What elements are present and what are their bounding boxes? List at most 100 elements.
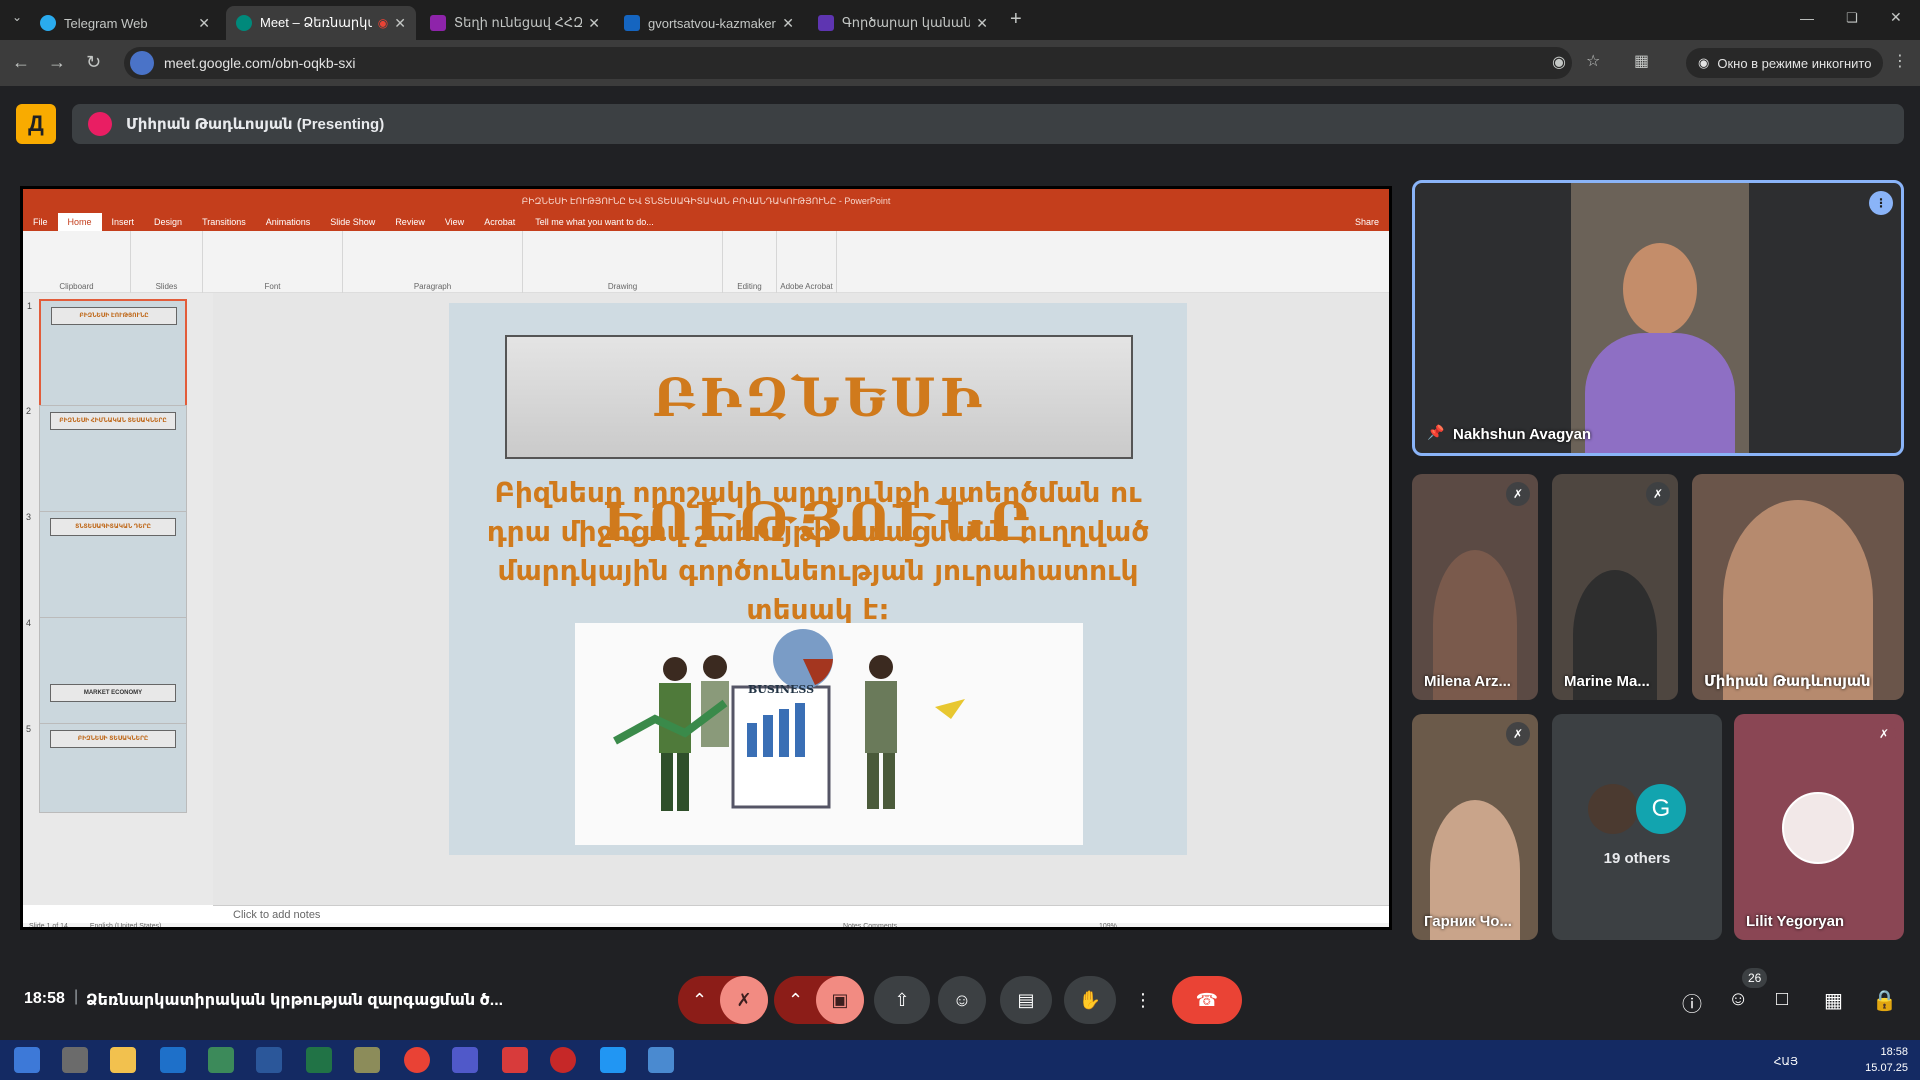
slide-title[interactable]: ԲԻԶՆԵՍԻ ԷՈՒԹՅՈՒՆԸ [505,335,1133,553]
participant-tile[interactable]: ✗ Lilit Yegoryan [1734,714,1904,940]
recorder-icon[interactable] [550,1047,576,1073]
activities-grid-icon[interactable]: ▦ [1824,988,1843,1013]
close-icon[interactable]: ✕ [782,15,794,32]
app-icon[interactable] [62,1047,88,1073]
thumb-title: ԲԻԶՆԵՍԻ ՏԵՍԱԿՆԵՐԸ [50,730,176,748]
current-slide[interactable]: ԲԻԶՆԵՍԻ ԷՈՒԹՅՈՒՆԸ Բիզնեսը որոշակի արդյու… [449,303,1187,855]
outlook-icon[interactable] [160,1047,186,1073]
app-icon[interactable] [600,1047,626,1073]
people-icon[interactable]: ☺ [1728,988,1748,1011]
camera-options-chevron-icon[interactable]: ⌃ [788,976,803,1024]
mic-off-button[interactable]: ✗ [720,976,768,1024]
zoom-level[interactable]: 109% [1099,923,1117,927]
business-caption: BUSINESS [748,683,814,696]
notes-pane[interactable]: Click to add notes [213,905,1389,923]
more-options-button[interactable]: ⋮ [1128,976,1158,1024]
chrome-icon[interactable] [404,1047,430,1073]
incognito-badge[interactable]: ◉ Окно в режиме инкогнито [1686,48,1884,78]
tab-gvortsatvou[interactable]: gvortsatvou-kazmakerpvouthy ✕ [614,6,804,40]
back-arrow-icon[interactable]: ← [12,52,30,73]
forward-arrow-icon[interactable]: → [48,52,66,73]
ribbon-tab-view[interactable]: View [435,217,474,227]
chat-icon[interactable]: □ [1776,988,1788,1011]
eye-off-icon[interactable]: ◉ [1552,52,1566,72]
word-icon[interactable] [256,1047,282,1073]
tab-telegram[interactable]: Telegram Web ✕ [30,6,220,40]
ribbon-tab-transitions[interactable]: Transitions [192,217,256,227]
captions-button[interactable]: ▤ [1000,976,1052,1024]
pinned-participant-tile[interactable]: 📌 Nakhshun Avagyan ⋮ [1412,180,1904,456]
url-field[interactable]: meet.google.com/obn-oqkb-sxi [124,47,1572,79]
host-controls-lock-icon[interactable]: 🔒 [1872,988,1897,1013]
slide-thumbnail[interactable]: 5 ԲԻԶՆԵՍԻ ՏԵՍԱԿՆԵՐԸ [26,723,187,813]
close-icon[interactable]: ✕ [976,15,988,32]
windows-start-icon[interactable] [14,1047,40,1073]
tab-news[interactable]: Տեղի ունեցավ ՀՀԶՍ խորհրդ ✕ [420,6,610,40]
close-icon[interactable]: ✕ [198,15,210,32]
app-icon[interactable] [648,1047,674,1073]
group-label: Slides [155,282,178,291]
meet-logo: Д [16,104,56,144]
extensions-icon[interactable]: ▦ [1634,51,1649,71]
file-explorer-icon[interactable] [110,1047,136,1073]
tell-me-search[interactable]: Tell me what you want to do... [525,217,664,227]
ribbon-tab-file[interactable]: File [23,217,58,227]
restore-icon[interactable]: ❏ [1846,10,1858,26]
emoji-reaction-button[interactable]: ☺ [938,976,986,1024]
ribbon-tab-acrobat[interactable]: Acrobat [474,217,525,227]
tray-date[interactable]: 15.07.25 [1865,1060,1908,1076]
mic-site-icon[interactable] [130,51,154,75]
participant-tile[interactable]: Միհրան Թադևոսյան [1692,474,1904,700]
close-icon[interactable]: ✕ [588,15,600,32]
meet-icon [236,15,252,31]
close-icon[interactable]: ✕ [394,15,406,32]
leave-call-button[interactable]: ☎ [1172,976,1242,1024]
raise-hand-button[interactable]: ✋ [1064,976,1116,1024]
participant-tile[interactable]: ✗ Marine Ma... [1552,474,1678,700]
input-language[interactable]: ՀԱՅ [1774,1054,1798,1070]
present-screen-button[interactable]: ⇧ [874,976,930,1024]
slide-body[interactable]: Բիզնեսը որոշակի արդյունքի ստեղծման ու դր… [469,473,1167,629]
meeting-info-icon[interactable]: ⓘ [1682,988,1702,1017]
tab-search-chevron-icon[interactable]: ⌄ [12,10,22,24]
participant-name: Milena Arz... [1424,673,1511,690]
tab-title: Գործարար կանանց ակումբ [842,15,971,30]
anydesk-icon[interactable] [502,1047,528,1073]
calculator-icon[interactable] [208,1047,234,1073]
minimize-icon[interactable]: — [1800,10,1814,26]
site-icon [818,15,834,31]
participant-tile[interactable]: ✗ Гарник Чо... [1412,714,1538,940]
notes-comments-toggle[interactable]: Notes Comments [843,923,897,927]
share-button[interactable]: Share [1345,217,1389,227]
slide-thumbnail[interactable]: 2 ԲԻԶՆԵՍԻ ՀԻՄՆԱԿԱՆ ՏԵՍԱԿՆԵՐԸ [26,405,187,515]
slide-thumbnail[interactable]: 4 MARKET ECONOMY [26,617,187,727]
meeting-title: Ձեռնարկատիրական կրթության զարգացման ծ... [86,992,504,1009]
tab-club[interactable]: Գործարար կանանց ակումբ ✕ [808,6,998,40]
ribbon-tab-review[interactable]: Review [385,217,435,227]
slide-thumbnail[interactable]: 3 ՏՆՏԵՍԱԳԻՏԱԿԱՆ ԴԵՐԸ [26,511,187,621]
mic-options-chevron-icon[interactable]: ⌃ [692,976,707,1024]
ribbon-tab-design[interactable]: Design [144,217,192,227]
ribbon-tab-animations[interactable]: Animations [256,217,321,227]
ribbon-tab-slideshow[interactable]: Slide Show [320,217,385,227]
ribbon-tab-home[interactable]: Home [57,213,102,231]
ribbon-tab-insert[interactable]: Insert [102,217,145,227]
reload-icon[interactable]: ↻ [86,52,101,73]
app-icon[interactable] [354,1047,380,1073]
mic-off-icon: ✗ [1506,482,1530,506]
new-tab-plus-icon[interactable]: + [1010,8,1022,31]
slide-thumbnail[interactable]: 1 ԲԻԶՆԵՍԻ ԷՈՒԹՅՈՒՆԸ [27,299,187,409]
tab-meet[interactable]: Meet – Ձեռնարկատիրակ ◉ ✕ [226,6,416,40]
participant-tile[interactable]: ✗ Milena Arz... [1412,474,1538,700]
bookmark-star-icon[interactable]: ☆ [1586,51,1600,71]
shared-screen: ԲԻԶՆԵՍԻ ԷՈՒԹՅՈՒՆԸ ԵՎ ՏՆՏԵՍԱԳԻՏԱԿԱՆ ԲՈՎԱՆ… [20,186,1392,930]
pin-icon[interactable]: 📌 [1427,424,1444,441]
window-close-icon[interactable]: ✕ [1890,9,1902,26]
participant-name: Nakhshun Avagyan [1453,426,1592,443]
camera-off-button[interactable]: ▣ [816,976,864,1024]
teams-icon[interactable] [452,1047,478,1073]
others-tile[interactable]: G 19 others [1552,714,1722,940]
excel-icon[interactable] [306,1047,332,1073]
tray-time[interactable]: 18:58 [1865,1044,1908,1060]
kebab-menu-icon[interactable]: ⋮ [1892,51,1908,71]
